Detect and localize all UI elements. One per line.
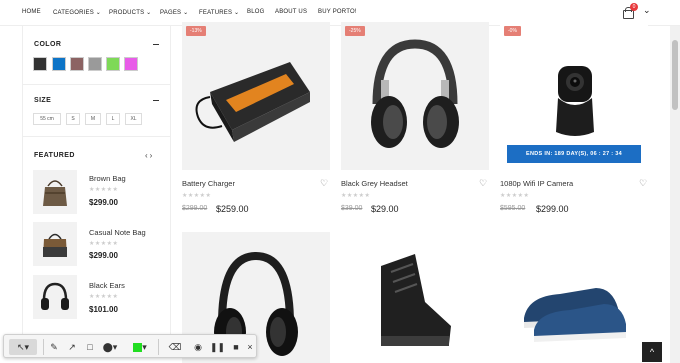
divider [23,84,171,85]
deal-countdown: ENDS IN: 189 DAY(S), 06 : 27 : 34 [507,145,641,163]
discount-badge: -13% [186,26,206,36]
divider [23,136,171,137]
nav-features[interactable]: FEATURES ⌄ [199,9,239,16]
headset-icon [371,39,459,148]
size-filter-title: SIZE [34,97,52,104]
product-name[interactable]: Battery Charger [182,179,235,188]
marker-icon[interactable]: ⬤▾ [101,339,119,355]
featured-price: $299.00 [89,251,118,260]
rating-stars: ★★★★★ [500,193,530,199]
power-bank-icon [195,62,310,142]
product-price: $259.00 [216,204,249,214]
arrow-icon[interactable]: ↗ [65,339,79,355]
rectangle-icon[interactable]: □ [83,339,97,355]
pause-icon[interactable]: ❚❚ [210,339,225,355]
dress-shoe-icon [524,288,626,342]
nav-home[interactable]: HOME [22,9,41,15]
color-swatch-black[interactable] [33,57,47,71]
rating-stars: ★★★★★ [341,193,371,199]
cart-count-badge: 0 [630,3,638,11]
collapse-icon[interactable] [153,44,159,45]
headphones-icon [41,282,69,310]
chevron-right-icon[interactable]: › [150,151,155,160]
nav-products[interactable]: PRODUCTS ⌄ [109,9,151,16]
eraser-icon[interactable]: ⌫ [164,339,186,355]
featured-name[interactable]: Brown Bag [89,174,126,183]
tote-bag-icon [43,233,67,257]
chevron-down-icon: ⌄ [146,10,152,16]
active-color-swatch [133,343,143,353]
boots-icon [381,254,451,346]
cart-body [623,10,634,19]
featured-name[interactable]: Black Ears [89,281,125,290]
nav-pages-label: PAGES [160,10,182,16]
color-swatch-pink[interactable] [124,57,138,71]
size-option-55cm[interactable]: 55 cm [33,113,61,125]
featured-title: FEATURED [34,152,75,159]
collapse-icon[interactable] [153,100,159,101]
product-image-battery-charger[interactable] [182,22,330,170]
size-option-s[interactable]: S [66,113,80,125]
heart-icon[interactable]: ♡ [639,178,647,189]
nav-products-label: PRODUCTS [109,10,145,16]
close-icon[interactable]: × [244,339,256,355]
product-image-black-grey-headset[interactable] [341,22,489,170]
handbag-icon [43,180,67,206]
featured-thumb-brown-bag[interactable] [33,170,77,214]
chevron-down-icon: ⌄ [234,10,240,16]
old-price: $299.00 [182,205,208,212]
featured-carousel-arrows[interactable]: ‹› [145,151,154,160]
rating-stars: ★★★★★ [89,241,119,247]
discount-badge: -0% [504,26,521,36]
old-price: $595.00 [500,205,526,212]
chevron-down-icon: ⌄ [183,10,189,16]
product-image-dress-shoes[interactable] [500,232,648,363]
product-name[interactable]: Black Grey Headset [341,179,408,188]
nav-about-us[interactable]: ABOUT US [275,9,307,15]
annotation-toolbar: ↖▾ ✎ ↗ □ ⬤▾ ▾ ⌫ ◉ ❚❚ ■ × [3,334,257,358]
featured-price: $101.00 [89,305,118,314]
nav-pages[interactable]: PAGES ⌄ [160,9,188,16]
color-filter-title: COLOR [34,41,62,48]
product-price: $29.00 [371,204,399,214]
size-option-l[interactable]: L [106,113,120,125]
nav-blog[interactable]: BLOG [247,9,264,15]
color-swatch-brown[interactable] [70,57,84,71]
color-swatch-blue[interactable] [52,57,66,71]
product-price: $299.00 [536,204,569,214]
nav-features-label: FEATURES [199,10,233,16]
heart-icon[interactable]: ♡ [320,178,328,189]
screenshot-icon[interactable]: ◉ [191,339,205,355]
nav-categories-label: CATEGORIES [53,10,94,16]
toolbar-divider [158,339,159,355]
rating-stars: ★★★★★ [182,193,212,199]
chevron-down-icon[interactable]: ⌄ [643,5,651,16]
featured-thumb-casual-note-bag[interactable] [33,222,77,266]
featured-name[interactable]: Casual Note Bag [89,228,146,237]
discount-badge: -25% [345,26,365,36]
size-option-m[interactable]: M [85,113,101,125]
product-image-boots[interactable] [341,232,489,363]
scrollbar-thumb[interactable] [672,40,678,110]
product-name[interactable]: 1080p Wifi IP Camera [500,179,573,188]
featured-price: $299.00 [89,198,118,207]
nav-categories[interactable]: CATEGORIES ⌄ [53,9,101,16]
cursor-select-icon[interactable]: ↖▾ [9,339,37,355]
color-swatch-green[interactable] [106,57,120,71]
color-swatch-grey[interactable] [88,57,102,71]
chevron-down-icon: ⌄ [95,10,102,16]
pen-icon[interactable]: ✎ [47,339,61,355]
heart-icon[interactable]: ♡ [479,178,487,189]
rating-stars: ★★★★★ [89,294,119,300]
toolbar-divider [43,339,44,355]
rating-stars: ★★★★★ [89,187,119,193]
scroll-to-top-button[interactable]: ^ [642,342,662,362]
nav-buy-porto[interactable]: BUY PORTO! [318,9,357,15]
color-picker-icon[interactable]: ▾ [127,339,153,355]
old-price: $39.00 [341,205,363,212]
size-option-xl[interactable]: XL [125,113,142,125]
stop-icon[interactable]: ■ [229,339,243,355]
featured-thumb-black-ears[interactable] [33,275,77,319]
